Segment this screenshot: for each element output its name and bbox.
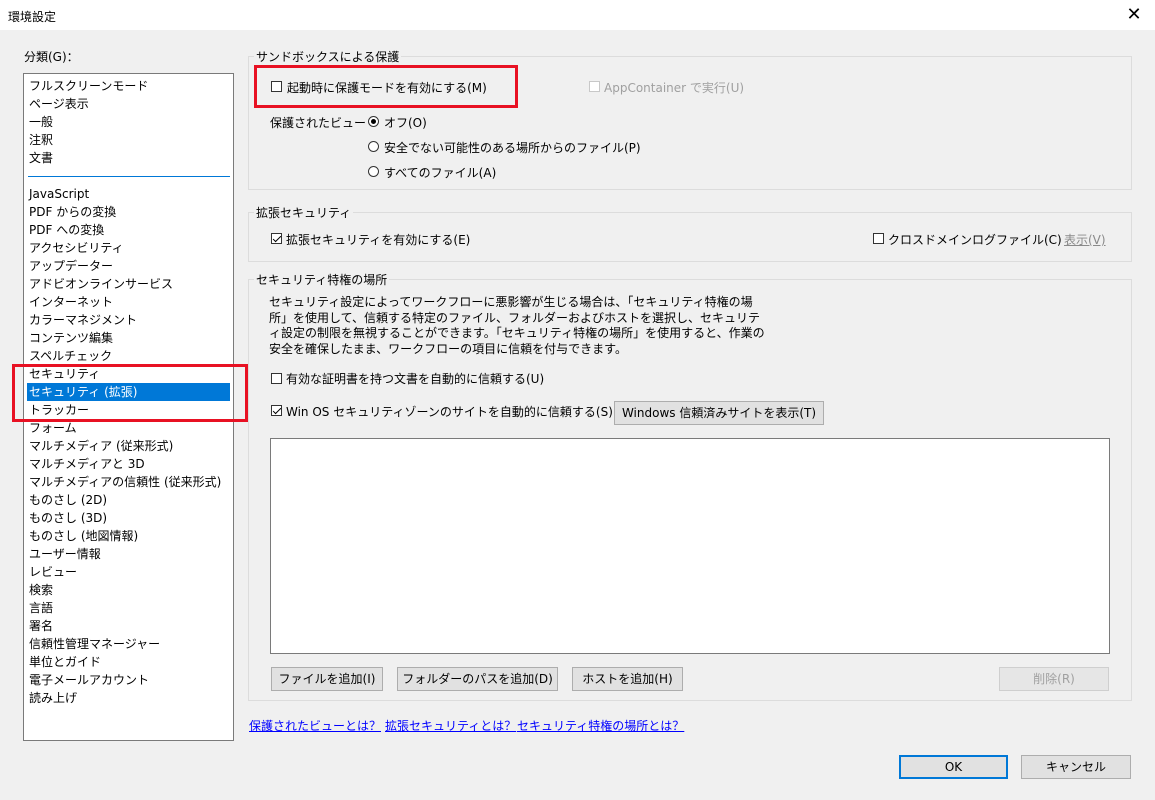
protected-view-unsafe-radio[interactable] bbox=[368, 141, 379, 152]
highlight-box-sidebar bbox=[12, 364, 248, 422]
enhanced-security-title: 拡張セキュリティ bbox=[254, 204, 354, 221]
sidebar-item[interactable]: マルチメディアと 3D bbox=[27, 455, 230, 473]
sidebar-item[interactable]: 文書 bbox=[27, 149, 230, 167]
enhanced-security-checkbox[interactable] bbox=[271, 233, 282, 244]
sidebar-item[interactable]: ページ表示 bbox=[27, 95, 230, 113]
sidebar-item[interactable]: レビュー bbox=[27, 563, 230, 581]
privileged-locations-title: セキュリティ特権の場所 bbox=[254, 271, 390, 288]
sidebar-item[interactable]: ユーザー情報 bbox=[27, 545, 230, 563]
protected-view-off-radio[interactable] bbox=[368, 116, 379, 127]
privileged-locations-help-link[interactable]: セキュリティ特権の場所とは？ bbox=[517, 717, 684, 734]
sidebar-item[interactable]: PDF からの変換 bbox=[27, 203, 230, 221]
privileged-description: セキュリティ設定によってワークフローに悪影響が生じる場合は、「セキュリティ特権の… bbox=[269, 295, 765, 356]
ok-button[interactable]: OK bbox=[899, 755, 1008, 779]
add-folder-path-button[interactable]: フォルダーのパスを追加(D) bbox=[397, 667, 558, 691]
sidebar-item[interactable]: コンテンツ編集 bbox=[27, 329, 230, 347]
sidebar-item[interactable]: 検索 bbox=[27, 581, 230, 599]
protected-view-off-label[interactable]: オフ(O) bbox=[384, 114, 427, 131]
add-file-button[interactable]: ファイルを追加(I) bbox=[271, 667, 383, 691]
remove-button: 削除(R) bbox=[999, 667, 1109, 691]
window-title: 環境設定 bbox=[8, 10, 57, 24]
show-trusted-sites-button[interactable]: Windows 信頼済みサイトを表示(T) bbox=[614, 401, 824, 425]
sidebar-item[interactable]: スペルチェック bbox=[27, 347, 230, 365]
list-separator bbox=[28, 176, 230, 177]
sandbox-group-title: サンドボックスによる保護 bbox=[254, 48, 402, 65]
appcontainer-label: AppContainer で実行(U) bbox=[604, 81, 745, 95]
sidebar-item[interactable]: カラーマネジメント bbox=[27, 311, 230, 329]
trust-certified-checkbox[interactable] bbox=[271, 373, 282, 384]
cancel-button[interactable]: キャンセル bbox=[1021, 755, 1131, 779]
protected-view-unsafe-label[interactable]: 安全でない可能性のある場所からのファイル(P) bbox=[384, 139, 641, 156]
sidebar-item[interactable]: PDF への変換 bbox=[27, 221, 230, 239]
protected-view-help-link[interactable]: 保護されたビューとは？ bbox=[249, 717, 381, 734]
sidebar-item[interactable]: 言語 bbox=[27, 599, 230, 617]
enhanced-security-label[interactable]: 拡張セキュリティを有効にする(E) bbox=[286, 231, 470, 248]
trust-winos-label[interactable]: Win OS セキュリティゾーンのサイトを自動的に信頼する(S) bbox=[286, 403, 613, 420]
sidebar-item[interactable]: ものさし (地図情報) bbox=[27, 527, 230, 545]
crossdomain-log-label[interactable]: クロスドメインログファイル(C) bbox=[888, 231, 1062, 248]
view-log-link: 表示(V) bbox=[1064, 233, 1106, 247]
sidebar-item[interactable]: 注釈 bbox=[27, 131, 230, 149]
sidebar-item[interactable]: JavaScript bbox=[27, 185, 230, 203]
sidebar-item[interactable]: 一般 bbox=[27, 113, 230, 131]
category-label: 分類(G)： bbox=[24, 50, 79, 64]
sidebar-item[interactable]: ものさし (3D) bbox=[27, 509, 230, 527]
sidebar-item[interactable]: アップデーター bbox=[27, 257, 230, 275]
privileged-locations-list[interactable] bbox=[270, 438, 1110, 654]
sidebar-item[interactable]: アドビオンラインサービス bbox=[27, 275, 230, 293]
sidebar-item[interactable]: 署名 bbox=[27, 617, 230, 635]
enhanced-security-help-link[interactable]: 拡張セキュリティとは？ bbox=[385, 717, 516, 734]
highlight-box-protected-mode bbox=[254, 65, 518, 108]
sidebar-item[interactable]: 信頼性管理マネージャー bbox=[27, 635, 230, 653]
close-icon[interactable]: ✕ bbox=[1123, 4, 1145, 25]
sidebar-item[interactable]: 電子メールアカウント bbox=[27, 671, 230, 689]
sidebar-item[interactable]: 単位とガイド bbox=[27, 653, 230, 671]
sidebar-item[interactable]: ものさし (2D) bbox=[27, 491, 230, 509]
trust-winos-checkbox[interactable] bbox=[271, 405, 282, 416]
appcontainer-checkbox bbox=[589, 81, 600, 92]
sidebar-item[interactable]: 読み上げ bbox=[27, 689, 230, 707]
add-host-button[interactable]: ホストを追加(H) bbox=[572, 667, 683, 691]
protected-view-label: 保護されたビュー bbox=[270, 116, 367, 130]
title-bar bbox=[0, 0, 1155, 30]
sidebar-item[interactable]: マルチメディアの信頼性 (従来形式) bbox=[27, 473, 230, 491]
protected-view-all-radio[interactable] bbox=[368, 166, 379, 177]
trust-certified-label[interactable]: 有効な証明書を持つ文書を自動的に信頼する(U) bbox=[286, 370, 544, 387]
sidebar-item[interactable]: インターネット bbox=[27, 293, 230, 311]
crossdomain-log-checkbox[interactable] bbox=[873, 233, 884, 244]
sidebar-item[interactable]: アクセシビリティ bbox=[27, 239, 230, 257]
sidebar-item[interactable]: マルチメディア (従来形式) bbox=[27, 437, 230, 455]
sidebar-item[interactable]: フルスクリーンモード bbox=[27, 77, 230, 95]
protected-view-all-label[interactable]: すべてのファイル(A) bbox=[384, 164, 496, 181]
